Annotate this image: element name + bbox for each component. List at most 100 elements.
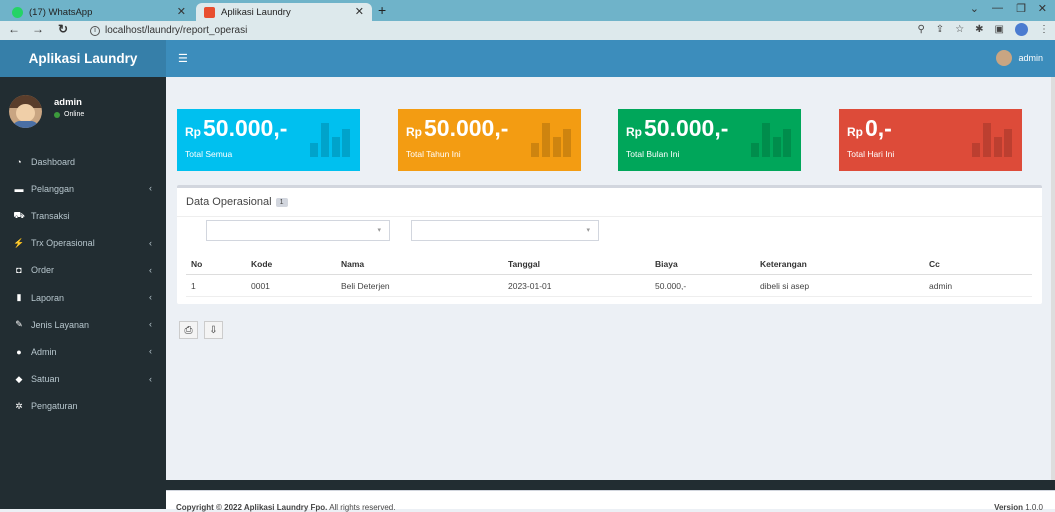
stat-value: Rp 50.000,-: [185, 115, 288, 141]
dashboard-icon: ◔: [16, 156, 22, 167]
window-close-icon[interactable]: ✕: [1038, 2, 1047, 15]
extensions-icon[interactable]: ✱: [975, 24, 983, 35]
browser-tab-laundry[interactable]: Aplikasi Laundry ✕: [196, 3, 372, 21]
stat-box-total-tahun: Rp 50.000,- Total Tahun Ini: [398, 109, 581, 171]
sidebar-item-label: Admin: [31, 346, 57, 357]
bar-chart-icon: [310, 123, 350, 157]
table-header: No Kode Nama Tanggal Biaya Keterangan Cc: [186, 253, 1032, 275]
top-navbar: ☰ admin: [166, 40, 1055, 77]
sidebar-item-label: Pelanggan: [31, 183, 75, 194]
chevron-left-icon: ‹: [149, 183, 152, 194]
chevron-left-icon: ‹: [149, 346, 152, 357]
export-button[interactable]: ⇩: [204, 321, 223, 339]
profile-icon[interactable]: [1015, 23, 1028, 36]
sidebar-item-admin[interactable]: ● Admin ‹: [0, 338, 166, 365]
tab-label: Aplikasi Laundry: [221, 6, 291, 18]
info-icon[interactable]: i: [90, 25, 100, 36]
panel-title: Data Operasional 1: [186, 196, 288, 208]
sidebar-item-pelanggan[interactable]: ▬ Pelanggan ‹: [0, 175, 166, 202]
footer: Copyright © 2022 Aplikasi Laundry Fpo. A…: [166, 490, 1055, 512]
user-status: Online: [54, 111, 84, 118]
export-icon: ⇩: [209, 324, 218, 336]
sidebar-item-label: Satuan: [31, 374, 60, 385]
reload-icon[interactable]: ↻: [58, 22, 68, 36]
back-icon[interactable]: ←: [8, 22, 20, 36]
whatsapp-icon: [12, 6, 23, 18]
cell-tanggal: 2023-01-01: [508, 281, 552, 291]
close-icon[interactable]: ✕: [177, 5, 186, 18]
chevron-left-icon: ‹: [149, 291, 152, 302]
stat-label: Total Semua: [185, 149, 233, 159]
sidebar-item-label: Pengaturan: [31, 401, 78, 412]
url-text: localhost/laundry/report_operasi: [105, 25, 248, 36]
col-cc[interactable]: Cc: [929, 259, 940, 269]
chevron-down-icon[interactable]: ⌄: [970, 2, 979, 15]
minimize-icon[interactable]: —: [992, 2, 1003, 14]
menu-dots-icon[interactable]: ⋮: [1039, 24, 1049, 35]
sidebar: Aplikasi Laundry admin Online ◔ Dashboar…: [0, 40, 166, 509]
stat-value: Rp 0,-: [847, 115, 892, 141]
stat-label: Total Tahun Ini: [406, 149, 461, 159]
filter-select-2[interactable]: ▾: [411, 220, 599, 241]
sidebar-menu: ◔ Dashboard ▬ Pelanggan ‹ ⛟ Transaksi ⚡ …: [0, 148, 166, 420]
page-scrollbar[interactable]: [1051, 77, 1055, 497]
cell-keterangan: dibeli si asep: [760, 281, 810, 291]
customer-icon: ▬: [14, 183, 24, 194]
stat-value: Rp 50.000,-: [626, 115, 729, 141]
sidebar-item-jenis-layanan[interactable]: ✎ Jenis Layanan ‹: [0, 311, 166, 338]
main-content: Rp 50.000,- Total Semua Rp 50.000,- Total …: [166, 77, 1055, 480]
stat-box-total-semua: Rp 50.000,- Total Semua: [177, 109, 360, 171]
filter-select-1[interactable]: ▾: [206, 220, 390, 241]
sidebar-item-label: Order: [31, 265, 55, 276]
col-biaya[interactable]: Biaya: [655, 259, 678, 269]
sidepanel-icon[interactable]: ▣: [995, 24, 1004, 35]
share-icon[interactable]: ⇪: [936, 24, 944, 35]
order-icon: ◘: [16, 265, 22, 276]
restore-icon[interactable]: ❐: [1016, 2, 1026, 15]
chevron-left-icon: ‹: [149, 373, 152, 384]
user-menu[interactable]: admin: [996, 50, 1043, 66]
hamburger-menu-icon[interactable]: ☰: [178, 52, 188, 65]
sidebar-item-pengaturan[interactable]: ✲ Pengaturan: [0, 393, 166, 420]
cell-kode: 0001: [251, 281, 270, 291]
sidebar-item-satuan[interactable]: ◆ Satuan ‹: [0, 366, 166, 393]
pin-icon: ✎: [15, 319, 23, 330]
new-tab-button[interactable]: +: [378, 2, 386, 18]
sidebar-item-dashboard[interactable]: ◔ Dashboard: [0, 148, 166, 175]
star-icon[interactable]: ☆: [955, 24, 964, 35]
chevron-left-icon: ‹: [149, 319, 152, 330]
sidebar-item-trx-operasional[interactable]: ⚡ Trx Operasional ‹: [0, 230, 166, 257]
chevron-down-icon: ▾: [377, 227, 381, 234]
col-keterangan[interactable]: Keterangan: [760, 259, 807, 269]
sidebar-item-label: Dashboard: [31, 156, 76, 167]
url-input[interactable]: i localhost/laundry/report_operasi: [90, 23, 990, 38]
bar-chart-icon: [531, 123, 571, 157]
stat-box-total-bulan: Rp 50.000,- Total Bulan Ini: [618, 109, 801, 171]
zoom-icon[interactable]: ⚲: [917, 24, 924, 35]
avatar: [996, 50, 1013, 66]
avatar: [9, 95, 42, 128]
table-row[interactable]: 1 0001 Beli Deterjen 2023-01-01 50.000,-…: [186, 275, 1032, 297]
col-tanggal[interactable]: Tanggal: [508, 259, 540, 269]
chevron-left-icon: ‹: [149, 237, 152, 248]
close-icon[interactable]: ✕: [355, 5, 364, 18]
cell-biaya: 50.000,-: [655, 281, 687, 291]
user-icon: ●: [16, 346, 22, 357]
online-dot-icon: [54, 111, 60, 118]
col-no[interactable]: No: [191, 259, 202, 269]
user-panel: admin Online: [0, 77, 166, 147]
cell-cc: admin: [929, 281, 953, 291]
tab-label: (17) WhatsApp: [29, 6, 93, 18]
app-logo[interactable]: Aplikasi Laundry: [0, 40, 166, 77]
browser-tab-whatsapp[interactable]: (17) WhatsApp ✕: [4, 3, 194, 21]
sidebar-item-transaksi[interactable]: ⛟ Transaksi: [0, 202, 166, 229]
col-kode[interactable]: Kode: [251, 259, 272, 269]
stat-label: Total Hari Ini: [847, 149, 895, 159]
sidebar-item-laporan[interactable]: ▮ Laporan ‹: [0, 284, 166, 311]
sidebar-item-order[interactable]: ◘ Order ‹: [0, 257, 166, 284]
col-nama[interactable]: Nama: [341, 259, 364, 269]
forward-icon[interactable]: →: [32, 22, 44, 36]
tag-icon: ◆: [15, 373, 23, 384]
chevron-left-icon: ‹: [149, 264, 152, 275]
print-button[interactable]: ⎙: [179, 321, 198, 339]
